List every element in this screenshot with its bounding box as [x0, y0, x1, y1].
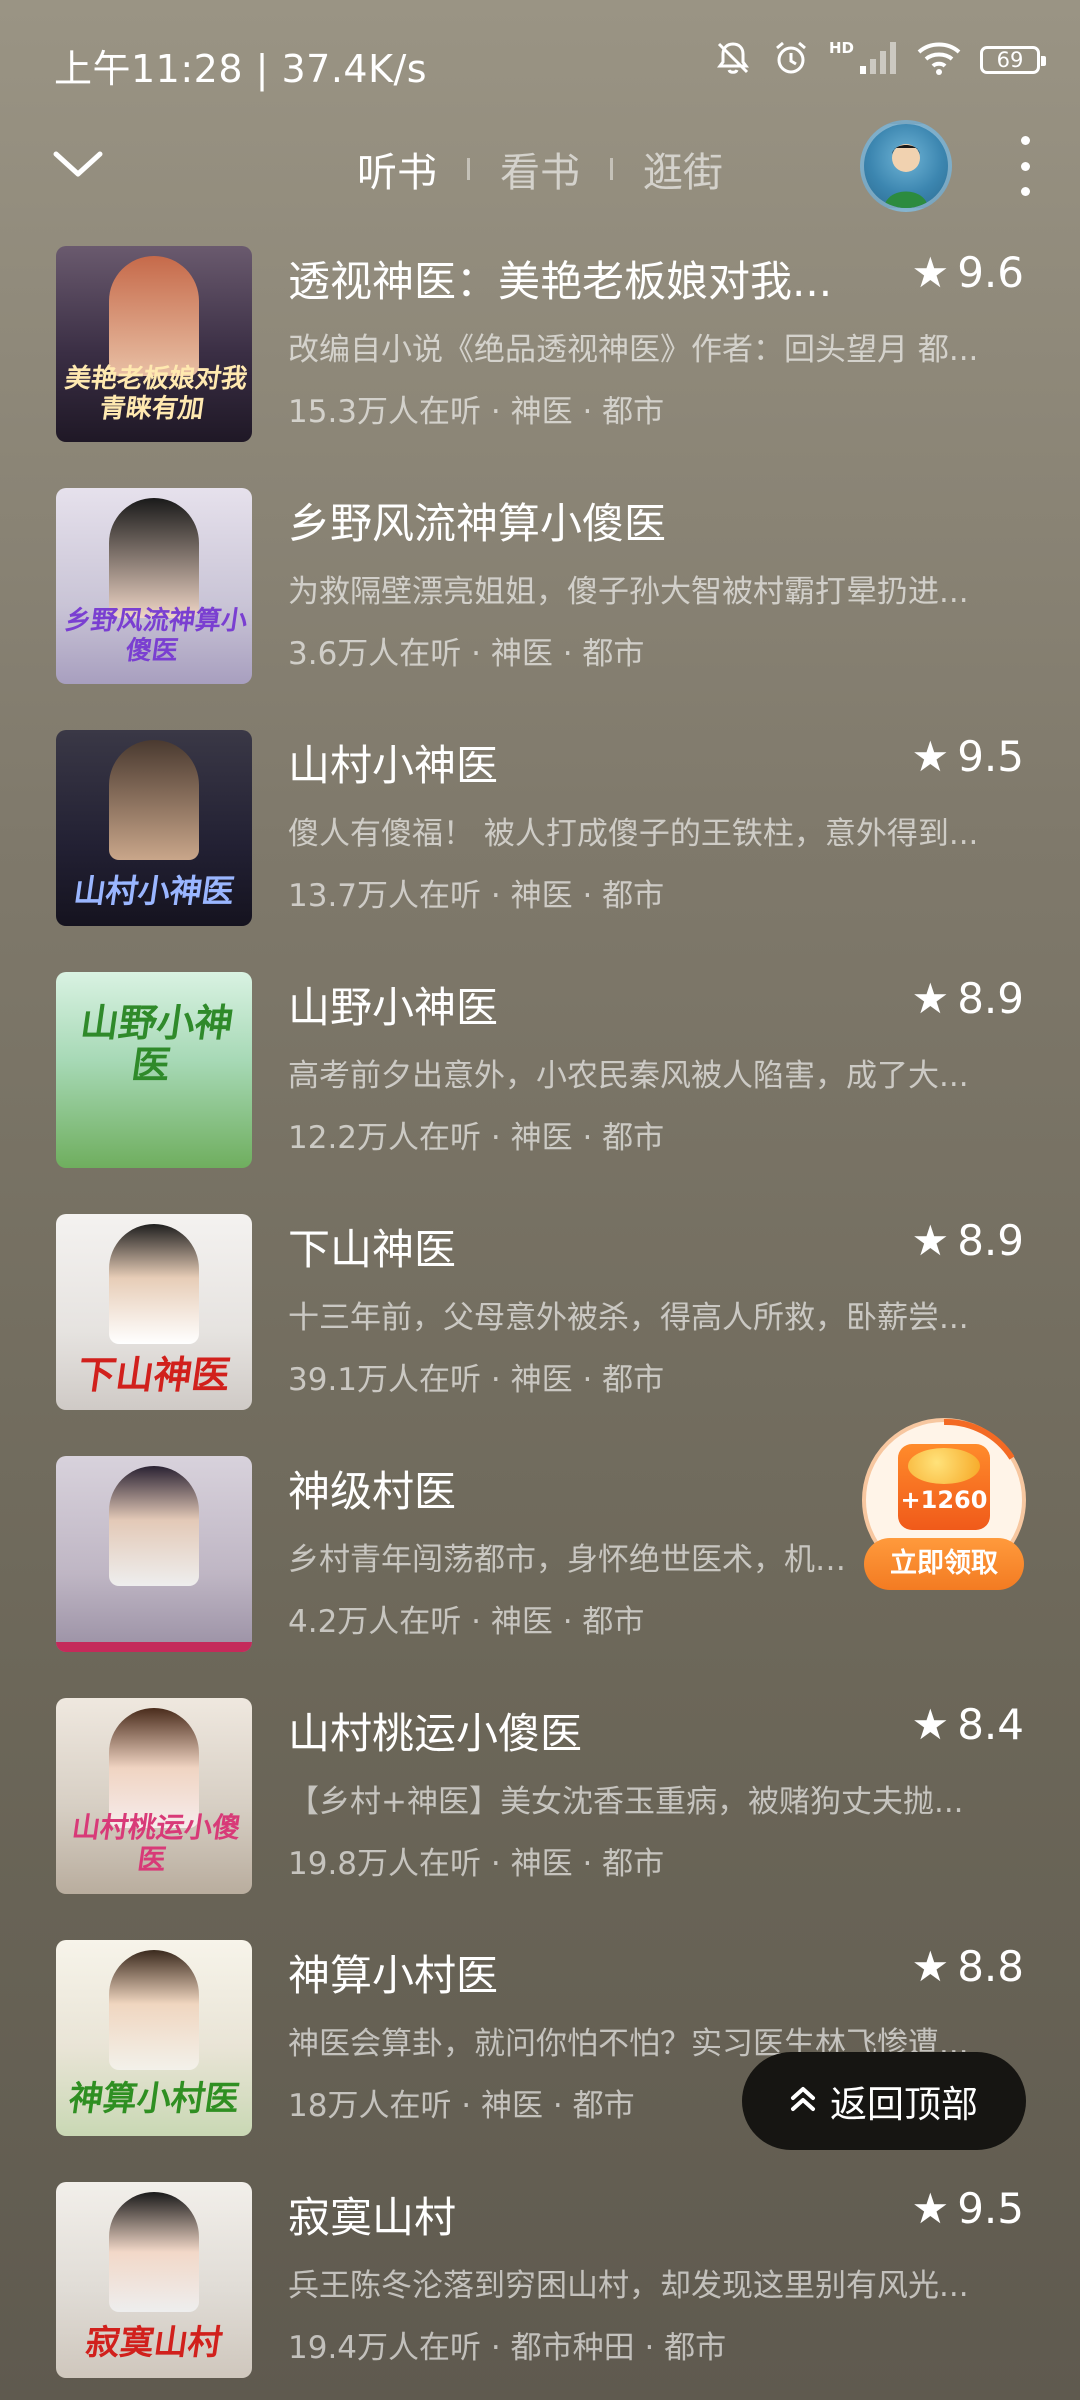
- book-title: 山村桃运小傻医: [288, 1709, 583, 1758]
- book-description: 十三年前，父母意外被杀，得高人所救，卧薪尝...: [288, 1300, 969, 1336]
- book-title: 神级村医: [288, 1467, 457, 1516]
- tab-read[interactable]: 看书: [470, 140, 610, 198]
- book-rating: ★ 8.9: [911, 974, 1024, 1023]
- double-chevron-up-icon: [790, 2080, 816, 2123]
- book-title: 神算小村医: [288, 1951, 499, 2000]
- reward-amount: +1260: [900, 1486, 988, 1514]
- mute-bell-icon: [713, 38, 753, 82]
- book-rating: ★ 8.9: [911, 1216, 1024, 1265]
- claim-reward-button[interactable]: 立即领取: [864, 1538, 1024, 1590]
- star-icon: ★: [911, 2184, 950, 2233]
- status-icons: HD 69: [713, 36, 1046, 84]
- book-cover: 山村小神医: [56, 730, 252, 926]
- book-title: 山村小神医: [288, 741, 499, 790]
- book-description: 改编自小说《绝品透视神医》作者：回头望月 都...: [288, 332, 979, 368]
- book-description: 【乡村+神医】美女沈香玉重病，被赌狗丈夫抛...: [288, 1784, 964, 1820]
- signal-icon: [858, 40, 898, 80]
- star-icon: ★: [911, 1942, 950, 1991]
- book-meta: 15.3万人在听 · 神医 · 都市: [288, 394, 665, 430]
- book-title: 乡野风流神算小傻医: [288, 499, 667, 548]
- book-cover: [56, 1456, 252, 1652]
- book-description: 乡村青年闯荡都市，身怀绝世医术，机缘...: [288, 1542, 848, 1578]
- wifi-icon: [916, 40, 962, 80]
- list-item[interactable]: 下山神医 下山神医 ★ 8.9 十三年前，父母意外被杀，得高人所救，卧薪尝... …: [0, 1210, 1080, 1410]
- book-meta: 3.6万人在听 · 神医 · 都市: [288, 636, 645, 672]
- book-rating: ★ 8.4: [911, 1700, 1024, 1749]
- star-icon: ★: [911, 732, 950, 781]
- cover-title: 乡野风流神算小傻医: [62, 606, 250, 666]
- book-description: 傻人有傻福！ 被人打成傻子的王铁柱，意外得到...: [288, 816, 979, 852]
- cover-title: 山村小神医: [71, 872, 237, 910]
- alarm-icon: [771, 38, 811, 82]
- book-cover: 寂寞山村: [56, 2182, 252, 2378]
- star-icon: ★: [911, 974, 950, 1023]
- book-title: 下山神医: [288, 1225, 457, 1274]
- header: 听书 看书 逛街: [0, 120, 1080, 212]
- back-to-top-label: 返回顶部: [830, 2083, 978, 2126]
- battery-icon: 69: [980, 46, 1046, 74]
- book-title: 寂寞山村: [288, 2193, 457, 2242]
- book-meta: 4.2万人在听 · 神医 · 都市: [288, 1604, 645, 1640]
- book-cover: 美艳老板娘对我青睐有加: [56, 246, 252, 442]
- star-icon: ★: [911, 248, 950, 297]
- cover-title: 山野小神医: [77, 1000, 237, 1087]
- book-cover: 乡野风流神算小傻医: [56, 488, 252, 684]
- cover-title: 山村桃运小傻医: [69, 1811, 243, 1876]
- book-cover: 下山神医: [56, 1214, 252, 1410]
- book-description: 为救隔壁漂亮姐姐，傻子孙大智被村霸打晕扔进...: [288, 574, 969, 610]
- book-rating: ★ 9.5: [911, 2184, 1024, 2233]
- hd-label: HD: [828, 39, 854, 57]
- coin-icon: [908, 1448, 980, 1484]
- book-rating: ★ 9.5: [911, 732, 1024, 781]
- list-item[interactable]: 山村桃运小傻医 山村桃运小傻医 ★ 8.4 【乡村+神医】美女沈香玉重病，被赌狗丈…: [0, 1694, 1080, 1894]
- star-icon: ★: [911, 1700, 950, 1749]
- book-meta: 39.1万人在听 · 神医 · 都市: [288, 1362, 665, 1398]
- cover-title: 寂寞山村: [83, 2323, 225, 2363]
- more-options-icon[interactable]: [1010, 136, 1040, 196]
- book-meta: 12.2万人在听 · 神医 · 都市: [288, 1120, 665, 1156]
- book-meta: 13.7万人在听 · 神医 · 都市: [288, 878, 665, 914]
- list-item[interactable]: 美艳老板娘对我青睐有加 透视神医：美艳老板娘对我... ★ 9.6 改编自小说《绝…: [0, 242, 1080, 442]
- avatar[interactable]: [860, 120, 952, 212]
- book-meta: 18万人在听 · 神医 · 都市: [288, 2088, 635, 2124]
- book-rating: ★ 9.6: [911, 248, 1024, 297]
- book-meta: 19.4万人在听 · 都市种田 · 都市: [288, 2330, 727, 2366]
- book-cover: 神算小村医: [56, 1940, 252, 2136]
- list-item[interactable]: 寂寞山村 寂寞山村 ★ 9.5 兵王陈冬沦落到穷困山村，却发现这里别有风光... …: [0, 2178, 1080, 2378]
- book-title: 山野小神医: [288, 983, 499, 1032]
- book-description: 兵王陈冬沦落到穷困山村，却发现这里别有风光...: [288, 2268, 969, 2304]
- list-item[interactable]: 山野小神医 山野小神医 ★ 8.9 高考前夕出意外，小农民秦风被人陷害，成了大..…: [0, 968, 1080, 1168]
- tab-shop[interactable]: 逛街: [613, 140, 753, 198]
- book-rating: ★ 8.8: [911, 1942, 1024, 1991]
- tab-listen[interactable]: 听书: [327, 140, 467, 198]
- back-to-top-button[interactable]: 返回顶部: [742, 2052, 1026, 2150]
- book-cover: 山野小神医: [56, 972, 252, 1168]
- book-cover: 山村桃运小傻医: [56, 1698, 252, 1894]
- status-bar: 上午11:28 | 37.4K/s HD 69: [0, 0, 1080, 120]
- cover-title: 美艳老板娘对我青睐有加: [62, 364, 250, 424]
- cover-title: 下山神医: [74, 1352, 234, 1397]
- cover-title: 神算小村医: [66, 2079, 242, 2119]
- book-meta: 19.8万人在听 · 神医 · 都市: [288, 1846, 665, 1882]
- book-description: 高考前夕出意外，小农民秦风被人陷害，成了大...: [288, 1058, 969, 1094]
- reward-widget[interactable]: +1260 立即领取: [860, 1418, 1028, 1590]
- star-icon: ★: [911, 1216, 950, 1265]
- status-time-speed: 上午11:28 | 37.4K/s: [54, 47, 428, 91]
- list-item[interactable]: 山村小神医 山村小神医 ★ 9.5 傻人有傻福！ 被人打成傻子的王铁柱，意外得到.…: [0, 726, 1080, 926]
- book-title: 透视神医：美艳老板娘对我...: [288, 257, 833, 306]
- list-item[interactable]: 乡野风流神算小傻医 乡野风流神算小傻医 为救隔壁漂亮姐姐，傻子孙大智被村霸打晕扔…: [0, 484, 1080, 684]
